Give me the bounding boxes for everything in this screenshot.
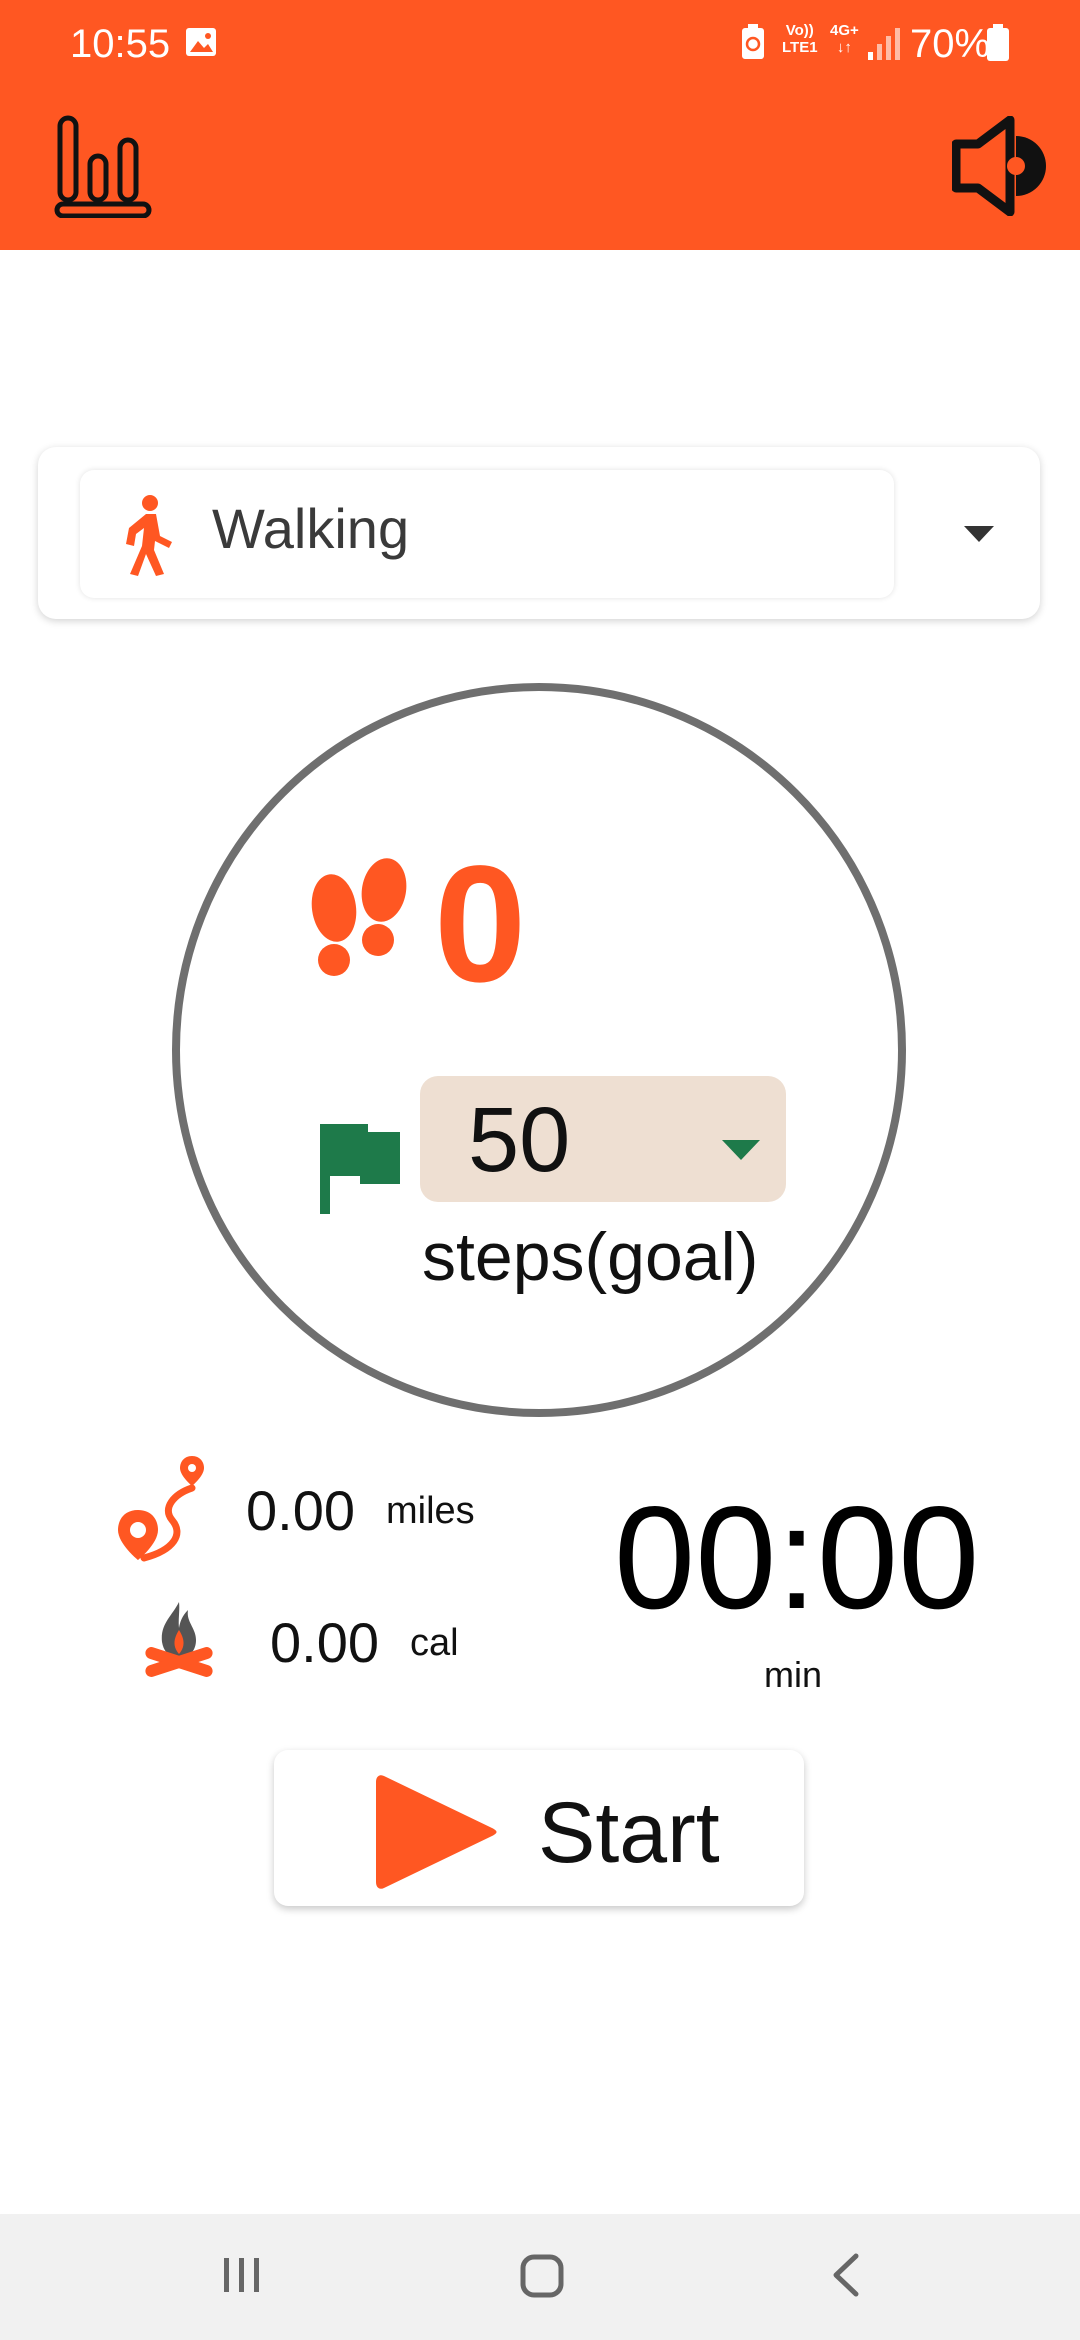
- step-goal-value: 50: [468, 1089, 571, 1191]
- calories-value: 0.00: [270, 1611, 379, 1674]
- battery-icon: [987, 24, 1009, 61]
- back-icon[interactable]: [830, 2252, 860, 2298]
- signal-icon: [868, 28, 900, 60]
- start-label: Start: [538, 1785, 720, 1881]
- sound-toggle-icon[interactable]: [952, 116, 1054, 216]
- recent-apps-icon[interactable]: [222, 2256, 262, 2294]
- step-count: 0: [434, 832, 527, 1017]
- timer-unit: min: [764, 1654, 823, 1695]
- activity-selected-label: Walking: [212, 497, 410, 560]
- timer-display: 00:00: [614, 1476, 980, 1639]
- distance-unit: miles: [386, 1490, 475, 1532]
- gallery-notification-icon: [186, 28, 216, 56]
- data-arrows-icon: ↓↑: [836, 39, 852, 56]
- home-icon[interactable]: [520, 2254, 564, 2298]
- lte-label: LTE1: [782, 39, 818, 56]
- walking-person-icon: [126, 495, 172, 576]
- network-type: 4G+ ↓↑: [830, 22, 859, 56]
- distance-value: 0.00: [246, 1479, 355, 1542]
- 4g-label: 4G+: [830, 22, 859, 39]
- distance-route-icon: [118, 1456, 204, 1562]
- step-goal-label: steps(goal): [422, 1219, 759, 1295]
- volte-label: Vo)): [785, 22, 814, 39]
- history-chart-icon[interactable]: [54, 114, 154, 218]
- activity-select-field[interactable]: [80, 470, 894, 598]
- network-indicator: Vo)) LTE1: [782, 22, 818, 56]
- battery-saver-icon: [742, 24, 764, 59]
- footprints-icon: [311, 858, 407, 976]
- dropdown-arrow-icon[interactable]: [964, 526, 994, 544]
- flag-icon: [320, 1124, 400, 1214]
- status-time: 10:55: [70, 22, 171, 66]
- calories-unit: cal: [410, 1622, 459, 1664]
- play-icon: [376, 1775, 497, 1889]
- step-counter-ring: [172, 683, 906, 1417]
- battery-percent: 70%: [910, 22, 991, 66]
- campfire-icon: [145, 1602, 213, 1677]
- goal-dropdown-arrow-icon[interactable]: [722, 1140, 760, 1162]
